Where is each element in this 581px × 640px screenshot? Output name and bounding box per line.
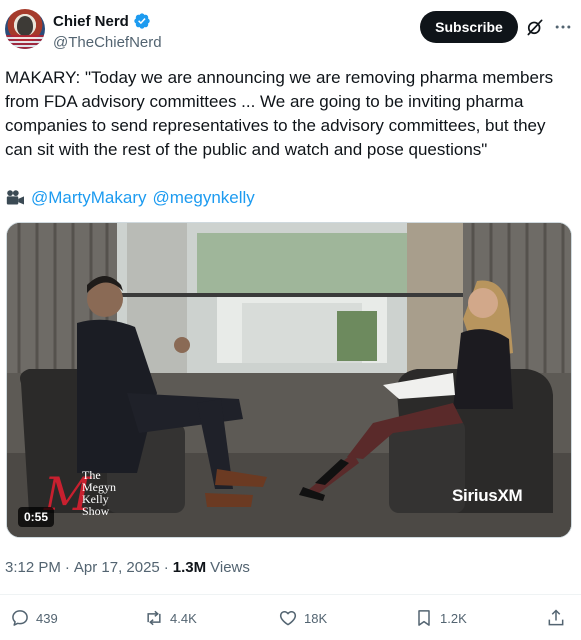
- views-count[interactable]: 1.3M: [173, 559, 206, 576]
- author-name-row: Chief Nerd: [53, 12, 151, 30]
- tweet-text: MAKARY: "Today we are announcing we are …: [5, 68, 554, 159]
- share-button[interactable]: [546, 608, 566, 628]
- video-duration-badge: 0:55: [18, 507, 55, 527]
- movie-camera-icon: [6, 190, 24, 205]
- avatar[interactable]: [5, 9, 45, 49]
- reply-count: 439: [36, 610, 58, 626]
- reply-icon: [12, 610, 28, 626]
- repost-icon: [147, 610, 161, 626]
- author-handle[interactable]: @TheChiefNerd: [53, 34, 162, 51]
- tweet-header: Chief Nerd @TheChiefNerd Subscribe: [0, 0, 581, 60]
- like-button[interactable]: 18K: [278, 608, 327, 628]
- mention-link[interactable]: @MartyMakary: [31, 186, 147, 210]
- show-logo: M The Megyn Kelly Show: [44, 467, 154, 523]
- bookmark-button[interactable]: 1.2K: [414, 608, 467, 628]
- avatar-flag: [5, 35, 45, 49]
- mention-link[interactable]: @megynkelly: [153, 186, 255, 210]
- tweet-meta: 3:12 PM · Apr 17, 2025 · 1.3M Views: [5, 559, 250, 576]
- meta-separator: ·: [163, 559, 169, 576]
- bookmark-icon: [418, 610, 430, 626]
- action-bar: 439 4.4K 18K 1.2K: [0, 602, 581, 636]
- grok-icon[interactable]: [525, 17, 545, 37]
- like-count: 18K: [304, 610, 328, 626]
- tweet-time[interactable]: 3:12 PM: [5, 559, 61, 576]
- views-label: Views: [210, 559, 250, 576]
- reply-button[interactable]: 439: [10, 608, 58, 628]
- show-logo-word: Show: [82, 504, 110, 518]
- bookmark-count: 1.2K: [440, 610, 467, 626]
- tweet-date[interactable]: Apr 17, 2025: [74, 559, 160, 576]
- more-icon[interactable]: [553, 17, 573, 37]
- author-display-name[interactable]: Chief Nerd: [53, 13, 129, 30]
- share-icon: [548, 609, 564, 626]
- repost-button[interactable]: 4.4K: [144, 608, 197, 628]
- meta-separator: ·: [64, 559, 70, 576]
- siriusxm-watermark: SiriusXM: [452, 486, 523, 505]
- avatar-face: [17, 16, 33, 36]
- divider: [0, 594, 581, 595]
- subscribe-button[interactable]: Subscribe: [420, 11, 518, 43]
- repost-count: 4.4K: [170, 610, 197, 626]
- heart-icon: [279, 611, 297, 626]
- verified-badge-icon: [134, 13, 150, 29]
- tweet-mentions: @MartyMakary @megynkelly: [5, 186, 255, 210]
